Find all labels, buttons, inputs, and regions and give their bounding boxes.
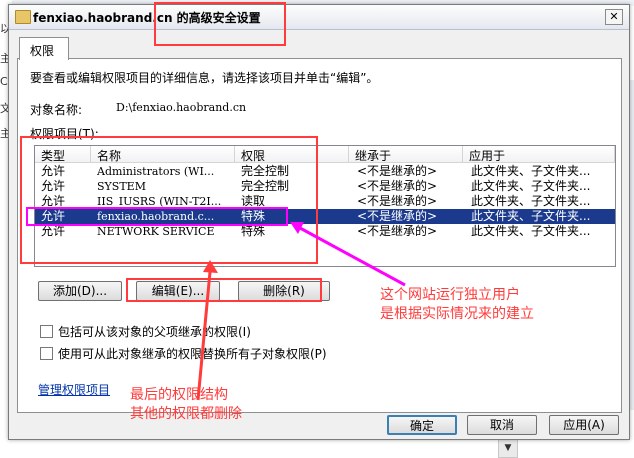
tab-permissions[interactable]: 权限 xyxy=(19,37,69,60)
arrow-to-list xyxy=(196,271,212,401)
arrow-head xyxy=(203,260,218,273)
tab-label: 权限 xyxy=(30,44,55,58)
annotation-note-final: 最后的权限结构 其他的权限都删除 xyxy=(130,386,242,424)
annotation-line: 其他的权限都删除 xyxy=(130,406,242,422)
annotation-line: 最后的权限结构 xyxy=(130,387,228,403)
annotation-arrows xyxy=(196,222,406,401)
arrow-to-selected-row xyxy=(299,226,406,287)
annotation-note-user: 这个网站运行独立用户 是根据实际情况来的建立 xyxy=(380,286,534,324)
annotation-line: 是根据实际情况来的建立 xyxy=(380,306,534,322)
annotation-line: 这个网站运行独立用户 xyxy=(380,287,520,303)
